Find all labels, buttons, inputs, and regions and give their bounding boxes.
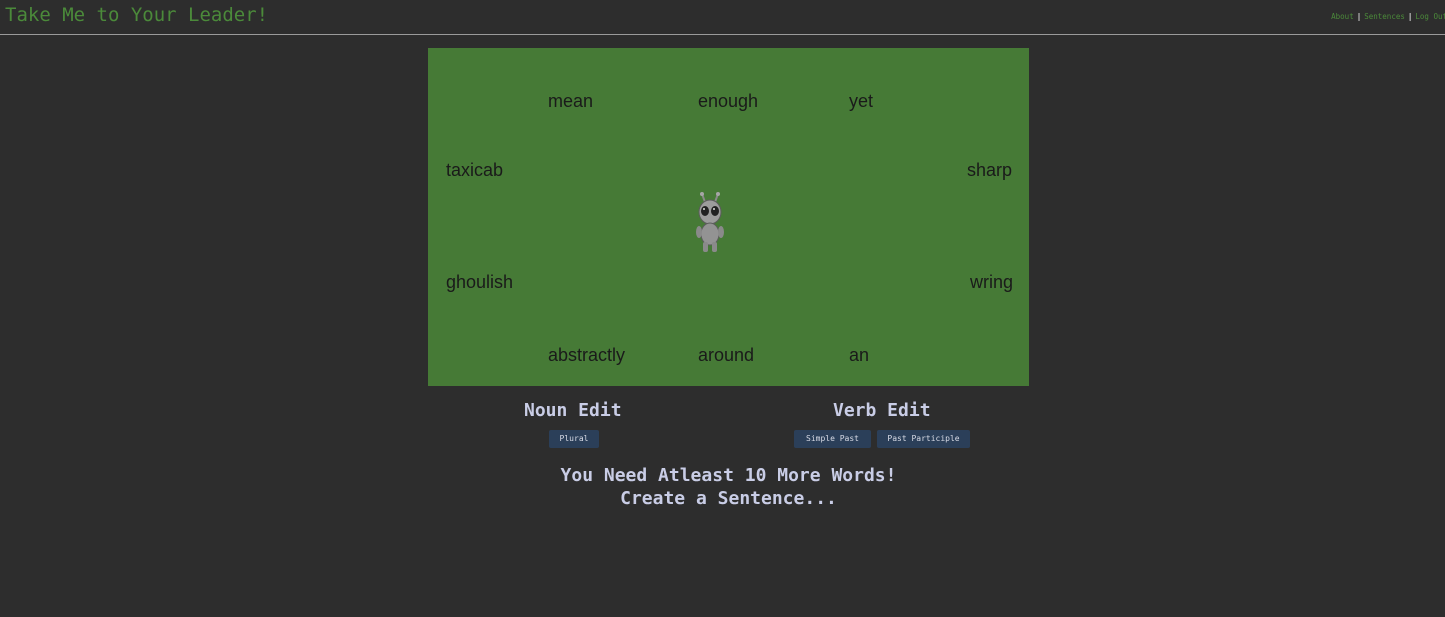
create-sentence-text: Create a Sentence...: [620, 488, 837, 509]
nav-about-link[interactable]: About: [1331, 12, 1354, 21]
past-participle-button[interactable]: Past Participle: [877, 430, 970, 448]
verb-edit-title: Verb Edit: [833, 400, 931, 421]
word-mean[interactable]: mean: [548, 91, 593, 112]
words-needed-text: You Need Atleast 10 More Words!: [560, 465, 897, 486]
word-taxicab[interactable]: taxicab: [446, 160, 503, 181]
word-around[interactable]: around: [698, 345, 754, 366]
top-bar: Take Me to Your Leader! About | Sentences |…: [0, 0, 1445, 35]
status-message: You Need Atleast 10 More Words! Create a…: [428, 464, 1029, 510]
word-ghoulish[interactable]: ghoulish: [446, 272, 513, 293]
noun-edit-title: Noun Edit: [524, 400, 622, 421]
app-title: Take Me to Your Leader!: [5, 4, 269, 26]
plural-button[interactable]: Plural: [549, 430, 599, 448]
word-sharp[interactable]: sharp: [967, 160, 1012, 181]
nav-separator: |: [1356, 12, 1362, 21]
top-nav: About | Sentences | Log Out: [1331, 12, 1445, 21]
word-enough[interactable]: enough: [698, 91, 758, 112]
game-field[interactable]: mean enough yet taxicab sharp ghoulish w…: [428, 48, 1029, 386]
nav-logout-link[interactable]: Log Out: [1415, 12, 1445, 21]
nav-sentences-link[interactable]: Sentences: [1364, 12, 1405, 21]
word-an[interactable]: an: [849, 345, 869, 366]
word-yet[interactable]: yet: [849, 91, 873, 112]
word-wring[interactable]: wring: [970, 272, 1013, 293]
alien-icon: [696, 192, 724, 252]
word-abstractly[interactable]: abstractly: [548, 345, 625, 366]
nav-separator: |: [1407, 12, 1413, 21]
simple-past-button[interactable]: Simple Past: [794, 430, 871, 448]
